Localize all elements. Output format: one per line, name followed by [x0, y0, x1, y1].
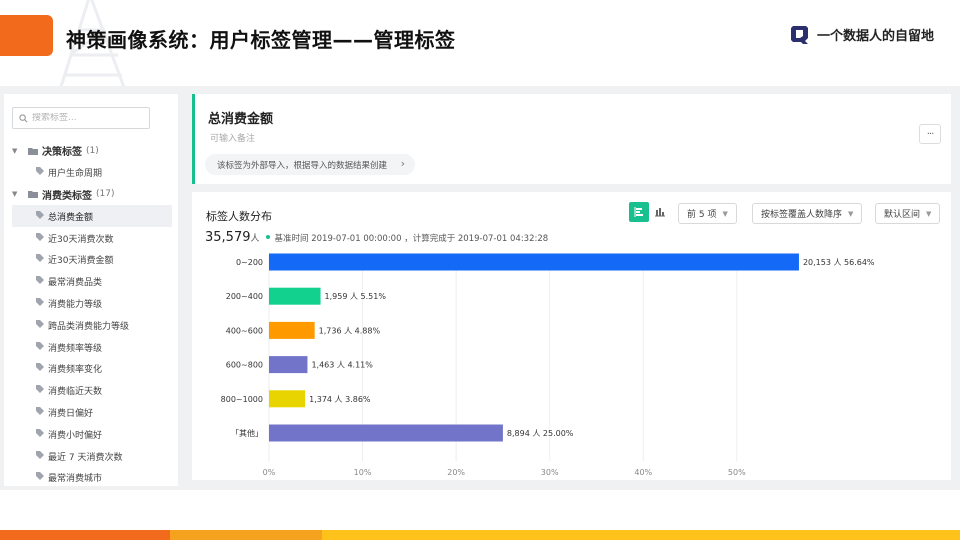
bar: [269, 356, 308, 374]
category-label: 「其他」: [231, 428, 263, 438]
tree-group-consumption[interactable]: ▼ 消费类标签 (17): [4, 184, 178, 206]
tag-icon: [36, 297, 44, 309]
bar: [269, 287, 321, 305]
group-count: (1): [86, 145, 99, 156]
tag-icon: [36, 210, 44, 222]
search-icon: [19, 113, 28, 122]
tree-item-label: 最近 7 天消费次数: [48, 452, 123, 463]
tree-item[interactable]: 最常消费城市: [4, 467, 178, 486]
data-label: 1,736 人 4.88%: [319, 326, 381, 335]
tree-item[interactable]: 消费能力等级: [4, 293, 178, 315]
bar: [269, 321, 315, 339]
tree-item[interactable]: 消费频率等级: [4, 336, 178, 358]
x-tick-label: 30%: [541, 468, 559, 477]
tree-group-decision[interactable]: ▼ 决策标签 (1): [4, 140, 178, 162]
caret-down-icon: ▼: [12, 190, 18, 199]
x-tick-label: 50%: [728, 468, 746, 477]
tree-item[interactable]: 近30天消费金额: [4, 249, 178, 271]
tag-icon: [36, 385, 44, 396]
tag-icon: [36, 276, 44, 287]
footer-segment-yellow: [322, 530, 960, 540]
tag-icon: [36, 363, 44, 374]
brand-logo-icon: [790, 26, 808, 44]
x-tick-label: 10%: [354, 468, 372, 477]
chevron-right-icon: ›: [400, 157, 406, 170]
data-label: 1,463 人 4.11%: [311, 361, 373, 370]
distribution-bar-chart: 0% 10% 20% 30% 40% 50% 0~200 20,153 人 56.64% 200…: [221, 253, 875, 477]
tree-item[interactable]: 最常消费品类: [4, 271, 178, 293]
folder-icon: [28, 191, 38, 199]
tag-title: 总消费金额: [208, 112, 274, 127]
tree-item-label: 消费频率变化: [48, 365, 103, 376]
tag-note-input[interactable]: 可输入备注: [210, 131, 255, 144]
tree-item[interactable]: 用户生命周期: [4, 162, 178, 184]
tree-item[interactable]: 最近 7 天消费次数: [4, 445, 178, 467]
tree-item[interactable]: 消费日偏好: [4, 402, 178, 424]
tag-sidebar: ▼ 决策标签 (1) 用户生命周期 ▼ 消费类标签 (17) 总消费金额近30天…: [4, 94, 178, 486]
tag-icon: [36, 341, 44, 353]
data-label: 20,153 人 56.64%: [803, 258, 875, 267]
category-label: 600~800: [226, 361, 263, 370]
tag-icon: [36, 232, 44, 244]
footer-segment-amber: [170, 530, 322, 540]
tree-item-label: 消费能力等级: [48, 299, 103, 310]
bar: [269, 253, 799, 271]
tag-source-text: 该标签为外部导入，根据导入的数据结果创建: [217, 160, 388, 171]
category-label: 800~1000: [221, 395, 263, 404]
distribution-panel: 标签人数分布 35,579 人 基准时间 2019-07-01 00:00:00…: [192, 192, 951, 480]
tree-item[interactable]: 近30天消费次数: [4, 227, 178, 249]
data-label: 1,959 人 5.51%: [325, 292, 387, 301]
caret-down-icon: ▼: [12, 146, 18, 155]
category-label: 400~600: [226, 326, 263, 335]
tag-icon: [36, 319, 44, 331]
x-tick-label: 20%: [447, 468, 465, 477]
tree-item-label: 消费临近天数: [48, 387, 103, 398]
category-label: 200~400: [226, 292, 263, 301]
app-area: ▼ 决策标签 (1) 用户生命周期 ▼ 消费类标签 (17) 总消费金额近30天…: [0, 86, 960, 490]
folder-icon: [28, 147, 38, 155]
group-name: 消费类标签: [42, 190, 92, 202]
tag-icon: [36, 406, 44, 418]
group-name: 决策标签: [42, 147, 82, 159]
x-tick-label: 40%: [634, 468, 652, 477]
category-label: 0~200: [236, 258, 263, 267]
group-count: (17): [96, 189, 115, 200]
tree-item[interactable]: 跨品类消费能力等级: [4, 314, 178, 336]
search-input[interactable]: [32, 113, 142, 123]
tree-item-label: 用户生命周期: [48, 169, 103, 180]
brand-name: 一个数据人的自留地: [816, 28, 934, 44]
tag-icon: [36, 450, 44, 462]
x-tick-label: 0%: [263, 468, 276, 477]
tree-item-label: 消费小时偏好: [48, 430, 103, 441]
tree-item-label: 最常消费城市: [48, 474, 103, 485]
tag-header-panel: 总消费金额 可输入备注 该标签为外部导入，根据导入的数据结果创建 › ···: [192, 94, 951, 184]
brand: 一个数据人的自留地: [789, 23, 934, 45]
tree-item-label: 近30天消费金额: [48, 256, 114, 267]
tag-tree: ▼ 决策标签 (1) 用户生命周期 ▼ 消费类标签 (17) 总消费金额近30天…: [4, 140, 178, 486]
tree-item-label: 跨品类消费能力等级: [48, 321, 130, 332]
tag-icon: [36, 167, 44, 178]
more-button[interactable]: ···: [919, 124, 941, 144]
tree-item[interactable]: 消费频率变化: [4, 358, 178, 380]
tree-item-label: 消费日偏好: [48, 408, 94, 419]
tree-item[interactable]: 消费小时偏好: [4, 423, 178, 445]
footer-color-bar: [0, 530, 960, 540]
tree-item-active[interactable]: 总消费金额: [12, 205, 172, 228]
slide-title: 神策画像系统：用户标签管理——管理标签: [66, 28, 456, 52]
tag-icon: [36, 472, 44, 483]
tag-source-info[interactable]: 该标签为外部导入，根据导入的数据结果创建 ›: [205, 154, 416, 175]
tree-item-label: 最常消费品类: [48, 278, 103, 289]
tree-item[interactable]: 消费临近天数: [4, 380, 178, 402]
data-label: 8,894 人 25.00%: [507, 429, 574, 438]
search-box[interactable]: [12, 107, 150, 129]
footer-segment-orange: [0, 530, 170, 540]
bar: [269, 390, 306, 408]
tag-icon: [36, 254, 44, 265]
tag-icon: [36, 428, 44, 440]
data-label: 1,374 人 3.86%: [309, 395, 371, 404]
bar: [269, 424, 503, 442]
tree-item-label: 消费频率等级: [48, 343, 103, 354]
tree-item-label: 近30天消费次数: [48, 234, 114, 245]
tree-item-label: 总消费金额: [48, 212, 94, 223]
